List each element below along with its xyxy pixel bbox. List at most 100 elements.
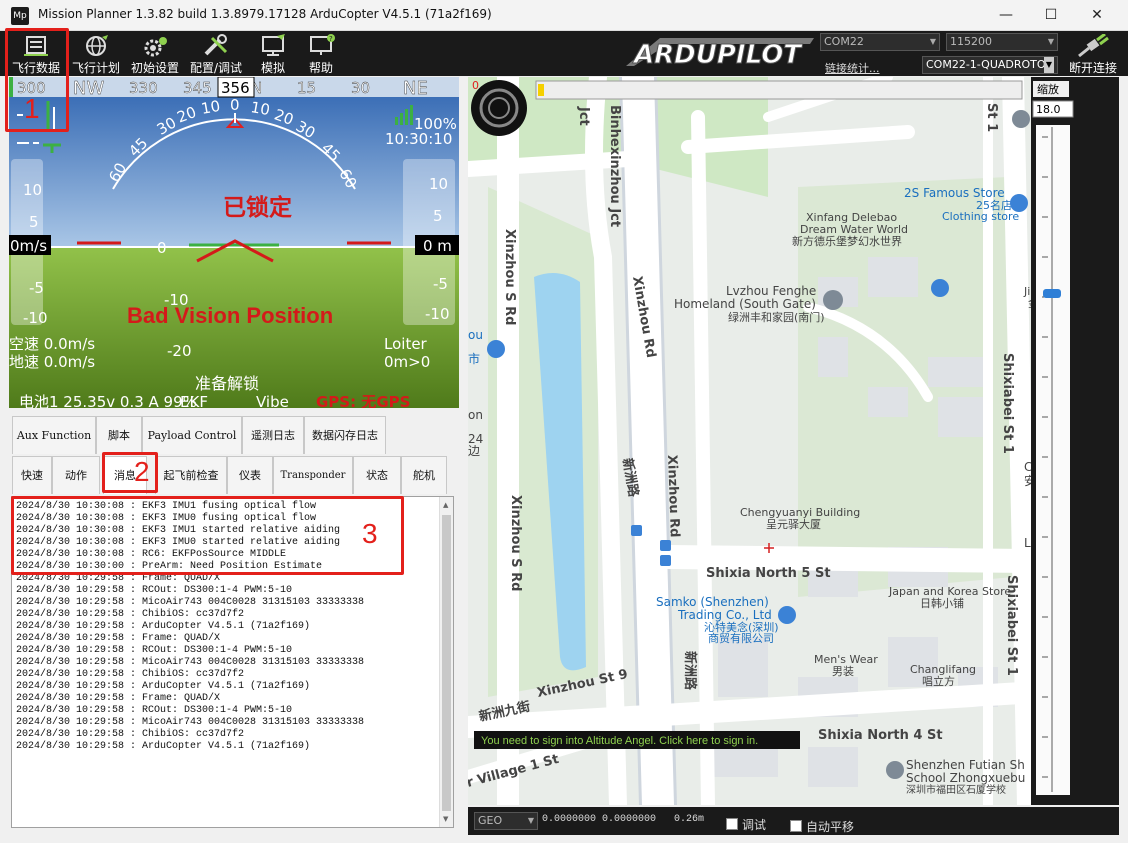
heading-readout: 356 [221,79,250,97]
tab-servo[interactable]: 舵机 [401,456,447,494]
road-label: Xinzhou S Rd [502,229,517,325]
airspeed-readout: 空速 0.0m/s [9,335,95,353]
speed-tick: 10 [23,181,42,199]
simulation-button[interactable]: 模拟 [250,31,296,76]
alt-tick: -5 [433,275,448,293]
message-line: 2024/8/30 10:29:58 : ArduCopter V4.5.1 (… [16,621,311,632]
road-label: 新洲路 [682,651,698,691]
speed-tick: 5 [29,213,39,231]
poi-label: 边 [468,444,480,458]
map-zero-marker: 0 [472,79,479,92]
ekf-status[interactable]: EKF [180,393,208,408]
tab-transponder[interactable]: Transponder [273,456,353,494]
map-progress-bar [535,80,1023,100]
poi-label: 2S Famous Store [904,186,1005,200]
distance-readout: 0.26m [674,814,705,825]
ardupilot-logo: ARDUPILOT [626,38,814,68]
road-label: Xinzhou Rd [664,455,682,538]
poi-label: Shenzhen Futian Sh [906,758,1025,772]
wrench-icon [204,34,228,56]
link-stats-link[interactable]: 链接统计... [825,60,880,76]
shopping-cart-icon [931,279,949,297]
port-select[interactable]: COM22 ▼ [820,33,940,51]
baud-select[interactable]: 115200 ▼ [946,33,1058,51]
tab-quick[interactable]: 快速 [12,456,52,494]
bus-stop-icon [631,525,642,536]
help-button[interactable]: ? 帮助 [298,31,344,76]
connection-select[interactable]: COM22-1-QUADROTOR ▼ [922,56,1058,74]
initial-setup-label: 初始设置 [130,61,179,75]
bus-stop-icon [660,555,671,566]
armed-status: 已锁定 [223,194,292,221]
tab-dataflash-logs[interactable]: 数据闪存日志 [304,416,386,454]
road-label: Jct [576,106,591,126]
message-line: 2024/8/30 10:29:58 : RCOut: DS300:1-4 PW… [16,645,293,656]
tabs-row-2: 快速 动作 消息 起飞前检查 仪表 Transponder 状态 舵机 [9,456,459,494]
school-icon [886,761,904,779]
tab-aux-function[interactable]: Aux Function [12,416,96,454]
tab-payload-control[interactable]: Payload Control [142,416,242,454]
poi-label: Clothing store [942,210,1019,223]
tab-scripts[interactable]: 脚本 [96,416,142,454]
poi-label: 绿洲丰和家园(南门) [728,310,825,324]
alt-tick: -10 [425,305,450,323]
autopan-checkbox[interactable] [790,820,802,832]
minimize-button[interactable]: — [983,0,1029,31]
debug-label: 调试 [742,818,767,832]
flight-plan-label: 飞行计划 [71,61,120,75]
compass-label: 30 [351,79,370,97]
message-line: 2024/8/30 10:29:58 : ChibiOS: cc37d7f2 [16,609,245,620]
speed-tick: -10 [23,309,48,327]
help-label: 帮助 [308,61,333,75]
autopan-label: 自动平移 [806,820,855,834]
annotation-box-3 [11,496,404,575]
debug-checkbox[interactable] [726,818,738,830]
zoom-value: 18.0 [1036,103,1061,116]
poi-label: 新方德乐堡梦幻水世界 [792,234,902,248]
poi-label: 市 [468,351,480,366]
message-line: 2024/8/30 10:29:58 : MicoAir743 004C0028… [16,657,365,668]
compass-label: 330 [129,79,158,97]
svg-text:?: ? [329,35,333,43]
tab-preflight[interactable]: 起飞前检查 [155,456,227,494]
messages-scrollbar[interactable]: ▲ ▼ [439,497,453,827]
bus-stop-icon [660,540,671,551]
flight-plan-button[interactable]: 飞行计划 [68,31,124,76]
plug-icon [1078,34,1109,58]
flight-mode: Loiter [384,335,428,353]
road-label: Shixiabei St 1 [1000,353,1015,454]
zoom-slider-thumb[interactable] [1043,289,1061,298]
maximize-button[interactable]: ☐ [1028,0,1074,31]
annotation-number-2: 2 [134,456,150,487]
tab-telemetry-logs[interactable]: 遥测日志 [242,416,304,454]
tab-status[interactable]: 状态 [353,456,401,494]
message-line: 2024/8/30 10:29:58 : ChibiOS: cc37d7f2 [16,669,245,680]
vibe-status[interactable]: Vibe [256,393,289,408]
map-view[interactable]: Binhexinzhou Jct Jct Xinzhou Rd Xinzhou … [468,77,1119,805]
pitch-label: -20 [167,342,192,360]
coord-system-select[interactable]: GEO ▼ [474,812,538,830]
shopping-bag-icon [1010,194,1028,212]
tab-actions[interactable]: 动作 [52,456,100,494]
globe-icon [86,35,108,56]
roll-label: 10 [249,98,271,119]
battery-readout: 电池1 25.35v 0.3 A 99% [19,393,197,408]
hud-time: 10:30:10 [385,130,452,148]
poi-label: 呈元驿大厦 [766,517,821,531]
road-label: St 1 [984,103,999,132]
shopping-bag-icon [778,606,796,624]
message-line: 2024/8/30 10:29:58 : ArduCopter V4.5.1 (… [16,681,311,692]
location-pin-icon [1012,110,1030,128]
altitude-angel-banner-text[interactable]: You need to sign into Altitude Angel. Cl… [481,735,758,747]
hud-status-message: Bad Vision Position [127,303,333,328]
disconnect-button[interactable]: 断开连接 [1062,31,1124,76]
airspeed-box: 0m/s [10,237,47,255]
poi-label: 男装 [832,665,854,678]
config-tuning-button[interactable]: 配置/调试 [186,31,246,76]
poi-label: 商贸有限公司 [708,631,774,645]
initial-setup-button[interactable]: 初始设置 [126,31,184,76]
tab-gauges[interactable]: 仪表 [227,456,273,494]
message-line: 2024/8/30 10:29:58 : Frame: QUAD/X [16,693,221,704]
location-pin-icon [823,290,843,310]
close-button[interactable]: ✕ [1074,0,1120,31]
